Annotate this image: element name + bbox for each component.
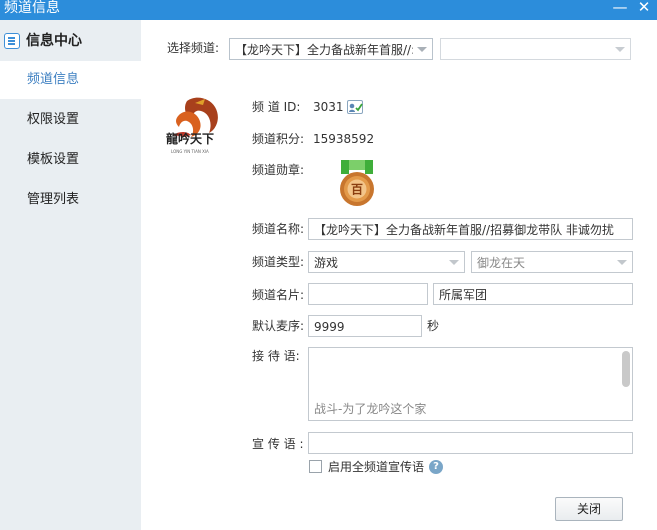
greeting-label: 接 待 语:: [252, 349, 300, 363]
mic-order-value: 9999: [314, 320, 345, 334]
channel-select[interactable]: 【龙吟天下】全力备战新年首服//:: [229, 38, 433, 60]
channel-subtype-value: 御龙在天: [477, 256, 526, 270]
medal-text: 百: [351, 183, 363, 197]
enable-promo-checkbox[interactable]: [309, 460, 322, 473]
minimize-icon[interactable]: —: [612, 0, 628, 16]
mic-order-field[interactable]: 9999: [308, 315, 422, 337]
channel-medal-label: 频道勋章:: [252, 163, 305, 177]
sub-channel-select[interactable]: [440, 38, 631, 60]
legion-field[interactable]: 所属军团: [433, 283, 633, 305]
sidebar-item-admin-list[interactable]: 管理列表: [0, 181, 141, 219]
help-icon[interactable]: ?: [429, 460, 443, 474]
mic-order-unit: 秒: [427, 319, 440, 333]
greeting-text: 战斗-为了龙吟这个家: [314, 402, 427, 416]
medal-icon: 百: [340, 160, 374, 206]
close-button[interactable]: 关闭: [555, 497, 623, 521]
channel-name-value: 【龙吟天下】全力备战新年首服//招募御龙带队 非诚勿扰: [314, 223, 614, 237]
channel-score-label: 频道积分:: [252, 132, 305, 146]
channel-select-value: 【龙吟天下】全力备战新年首服//:: [235, 43, 413, 57]
enable-promo-label[interactable]: 启用全频道宣传语: [328, 459, 424, 475]
chevron-down-icon: [449, 260, 459, 265]
legion-value: 所属军团: [439, 288, 488, 302]
channel-logo: 龍吟天下 LONG YIN TIAN XIA: [165, 93, 227, 157]
title-bar: 频道信息 — ✕: [0, 0, 657, 20]
channel-score-value: 15938592: [313, 132, 375, 146]
channel-type-value: 游戏: [314, 256, 339, 270]
sidebar-item-channel-info[interactable]: 频道信息: [0, 61, 141, 99]
channel-type-label: 频道类型:: [252, 255, 305, 269]
channel-card-field[interactable]: [308, 283, 428, 305]
channel-type-select[interactable]: 游戏: [308, 251, 465, 273]
channel-select-label: 选择频道:: [167, 41, 220, 55]
channel-name-label: 频道名称:: [252, 222, 305, 236]
sidebar-item-permissions[interactable]: 权限设置: [0, 101, 141, 139]
svg-text:LONG YIN TIAN XIA: LONG YIN TIAN XIA: [171, 149, 209, 154]
svg-text:龍吟天下: 龍吟天下: [166, 131, 214, 146]
chevron-down-icon: [615, 47, 625, 52]
close-icon[interactable]: ✕: [636, 0, 652, 16]
chevron-down-icon: [417, 47, 427, 52]
channel-subtype-select[interactable]: 御龙在天: [471, 251, 633, 273]
mic-order-label: 默认麦序:: [252, 319, 305, 333]
chevron-down-icon: [617, 260, 627, 265]
promo-label: 宣 传 语 :: [252, 437, 304, 451]
channel-card-label: 频道名片:: [252, 288, 305, 302]
channel-id-value: 3031: [313, 100, 344, 114]
sidebar-item-templates[interactable]: 模板设置: [0, 141, 141, 179]
sidebar: 信息中心 频道信息 权限设置 模板设置 管理列表: [0, 20, 141, 530]
greeting-textarea[interactable]: 战斗-为了龙吟这个家: [308, 347, 633, 421]
info-center-icon: [4, 33, 20, 49]
promo-field[interactable]: [308, 432, 633, 454]
channel-id-label: 频 道 ID:: [252, 100, 301, 114]
greeting-scrollbar[interactable]: [622, 351, 630, 387]
window-title: 频道信息: [4, 0, 60, 16]
sidebar-header-label: 信息中心: [26, 33, 82, 49]
sidebar-header: 信息中心: [0, 20, 141, 64]
channel-name-field[interactable]: 【龙吟天下】全力备战新年首服//招募御龙带队 非诚勿扰: [308, 218, 633, 240]
id-card-icon[interactable]: [347, 100, 363, 114]
